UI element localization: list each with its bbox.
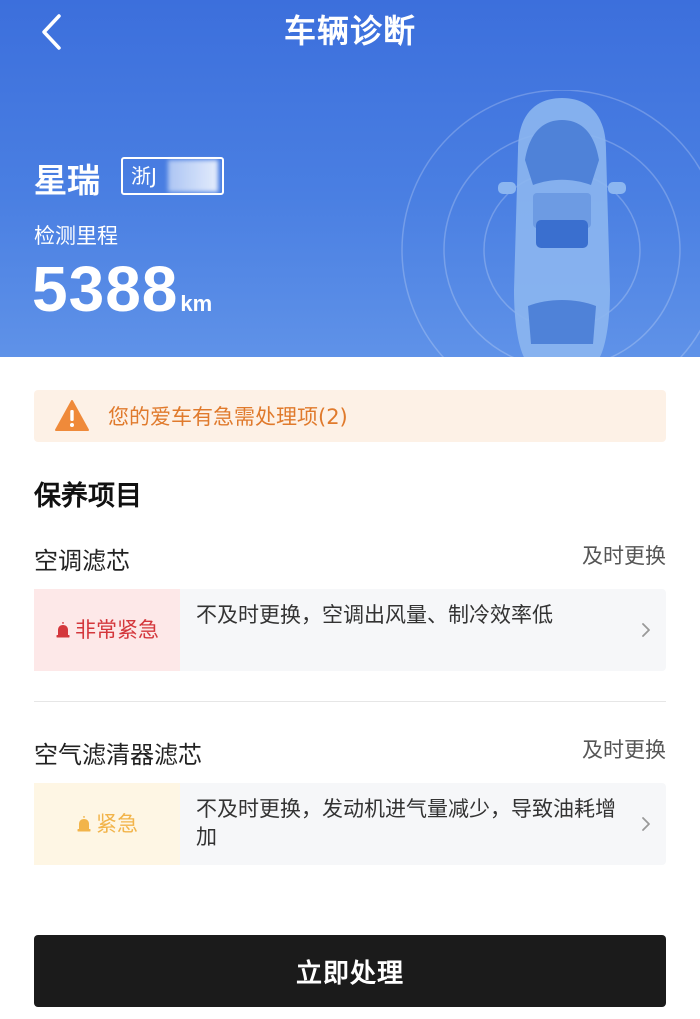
item-action: 及时更换	[582, 738, 666, 762]
mileage-label: 检测里程	[34, 224, 118, 248]
urgency-label-wrap: 非常紧急	[55, 614, 159, 646]
alarm-light-icon	[77, 816, 91, 832]
alert-text: 您的爱车有急需处理项(2)	[108, 405, 348, 429]
section-title: 保养项目	[34, 481, 142, 512]
urgency-badge: 紧急	[34, 783, 180, 865]
chevron-right-icon	[626, 589, 666, 671]
item-action: 及时更换	[582, 544, 666, 568]
item-description: 不及时更换，发动机进气量减少，导致油耗增加	[196, 797, 616, 849]
vehicle-name: 星瑞	[34, 161, 100, 200]
warning-triangle-icon	[55, 400, 89, 431]
mileage-unit: km	[180, 291, 213, 316]
item-description: 不及时更换，空调出风量、制冷效率低	[196, 603, 553, 627]
item-name: 空调滤芯	[34, 547, 130, 575]
maintenance-item-card[interactable]: 非常紧急 不及时更换，空调出风量、制冷效率低	[34, 589, 666, 671]
maintenance-item-card[interactable]: 紧急 不及时更换，发动机进气量减少，导致油耗增加	[34, 783, 666, 865]
mileage-readout: 5388km	[32, 252, 212, 326]
item-name: 空气滤清器滤芯	[34, 741, 202, 769]
handle-now-button[interactable]: 立即处理	[34, 935, 666, 1007]
plate-blur-mask	[168, 160, 218, 192]
mileage-value: 5388	[32, 253, 179, 325]
urgent-items-alert[interactable]: 您的爱车有急需处理项(2)	[34, 390, 666, 442]
alarm-light-icon	[56, 622, 70, 638]
divider	[34, 701, 666, 702]
car-top-view-illustration	[401, 90, 700, 357]
license-plate-text: 浙J	[131, 164, 157, 188]
chevron-right-icon	[626, 783, 666, 865]
urgency-label: 紧急	[96, 812, 138, 836]
urgency-label: 非常紧急	[75, 618, 159, 642]
page-title: 车辆诊断	[283, 12, 416, 50]
urgency-label-wrap: 紧急	[76, 808, 138, 840]
urgency-badge: 非常紧急	[34, 589, 180, 671]
header-banner: 车辆诊断 星瑞 浙J 检测里程 5388km	[0, 0, 700, 357]
